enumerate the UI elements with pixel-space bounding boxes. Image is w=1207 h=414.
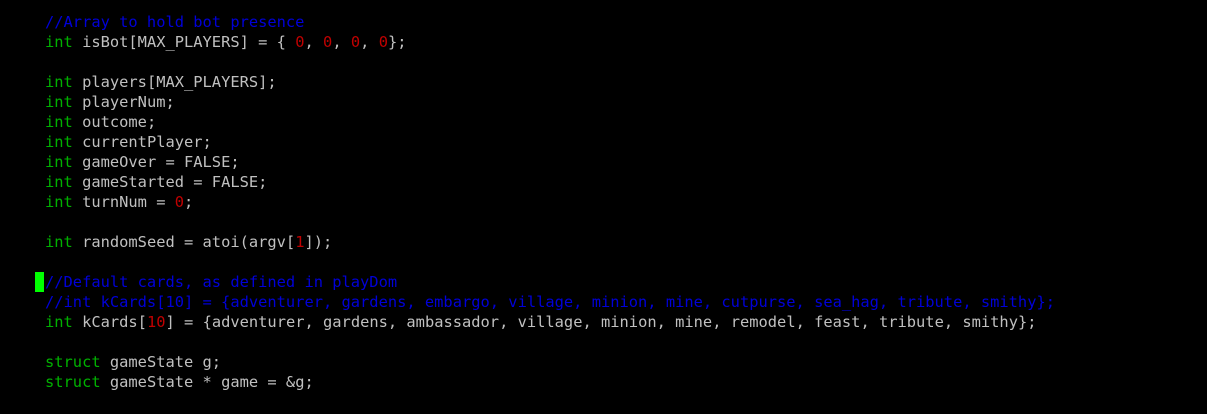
number-token: 10 bbox=[146, 313, 166, 331]
code-line[interactable]: int players[MAX_PLAYERS]; bbox=[0, 72, 277, 92]
keyword-token: int bbox=[45, 173, 73, 191]
keyword-token: int bbox=[45, 133, 73, 151]
keyword-token: int bbox=[45, 193, 73, 211]
number-token: 0 bbox=[323, 33, 333, 51]
code-token: currentPlayer; bbox=[72, 133, 212, 151]
comment-token: //Array to hold bot presence bbox=[45, 13, 305, 31]
code-line[interactable] bbox=[0, 252, 45, 272]
keyword-token: int bbox=[45, 153, 73, 171]
keyword-token: struct bbox=[45, 353, 101, 371]
code-token: randomSeed = atoi(argv[ bbox=[72, 233, 296, 251]
code-token: , bbox=[304, 33, 324, 51]
code-token: playerNum; bbox=[72, 93, 175, 111]
keyword-token: int bbox=[45, 313, 73, 331]
code-token: turnNum = bbox=[72, 193, 175, 211]
code-token: ]); bbox=[304, 233, 333, 251]
code-line[interactable]: int gameOver = FALSE; bbox=[0, 152, 240, 172]
keyword-token: int bbox=[45, 33, 73, 51]
code-line[interactable]: int outcome; bbox=[0, 112, 156, 132]
code-token: isBot[MAX_PLAYERS] = { bbox=[72, 33, 296, 51]
code-line[interactable]: int gameStarted = FALSE; bbox=[0, 172, 267, 192]
code-line[interactable] bbox=[0, 212, 45, 232]
code-line[interactable]: struct gameState g; bbox=[0, 352, 221, 372]
code-token: gameState * game = &g; bbox=[100, 373, 314, 391]
code-line[interactable]: int isBot[MAX_PLAYERS] = { 0, 0, 0, 0}; bbox=[0, 32, 407, 52]
code-token: , bbox=[360, 33, 379, 51]
code-token: , bbox=[332, 33, 351, 51]
code-token: gameStarted = FALSE; bbox=[72, 173, 268, 191]
keyword-token: int bbox=[45, 113, 73, 131]
code-line[interactable] bbox=[0, 52, 45, 72]
code-token: gameOver = FALSE; bbox=[72, 153, 240, 171]
number-token: 0 bbox=[174, 193, 185, 211]
code-line[interactable]: int kCards[10] = {adventurer, gardens, a… bbox=[0, 312, 1037, 332]
code-line[interactable]: //Default cards, as defined in playDom bbox=[0, 272, 397, 292]
code-token: outcome; bbox=[72, 113, 157, 131]
code-token: }; bbox=[387, 33, 407, 51]
number-token: 0 bbox=[378, 33, 388, 51]
code-line[interactable] bbox=[0, 332, 45, 352]
number-token: 0 bbox=[350, 33, 361, 51]
text-cursor bbox=[35, 272, 44, 292]
code-line[interactable]: int currentPlayer; bbox=[0, 132, 212, 152]
code-line[interactable]: //Array to hold bot presence bbox=[0, 12, 304, 32]
code-token: gameState g; bbox=[100, 353, 222, 371]
code-token: players[MAX_PLAYERS]; bbox=[72, 73, 277, 91]
code-line[interactable]: int turnNum = 0; bbox=[0, 192, 193, 212]
keyword-token: int bbox=[45, 93, 73, 111]
code-token: kCards[ bbox=[72, 313, 147, 331]
comment-token: //int kCards[10] = {adventurer, gardens,… bbox=[45, 293, 1055, 311]
code-line[interactable]: struct gameState * game = &g; bbox=[0, 372, 314, 392]
keyword-token: int bbox=[45, 233, 73, 251]
code-token: ] = {adventurer, gardens, ambassador, vi… bbox=[165, 313, 1037, 331]
code-line[interactable]: int playerNum; bbox=[0, 92, 175, 112]
code-line[interactable]: //int kCards[10] = {adventurer, gardens,… bbox=[0, 292, 1055, 312]
comment-token: //Default cards, as defined in playDom bbox=[45, 273, 398, 291]
code-line[interactable]: int randomSeed = atoi(argv[1]); bbox=[0, 232, 332, 252]
keyword-token: int bbox=[45, 73, 73, 91]
code-editor[interactable]: //Array to hold bot presence int isBot[MA… bbox=[0, 0, 1207, 414]
code-token: ; bbox=[184, 193, 194, 211]
keyword-token: struct bbox=[45, 373, 101, 391]
